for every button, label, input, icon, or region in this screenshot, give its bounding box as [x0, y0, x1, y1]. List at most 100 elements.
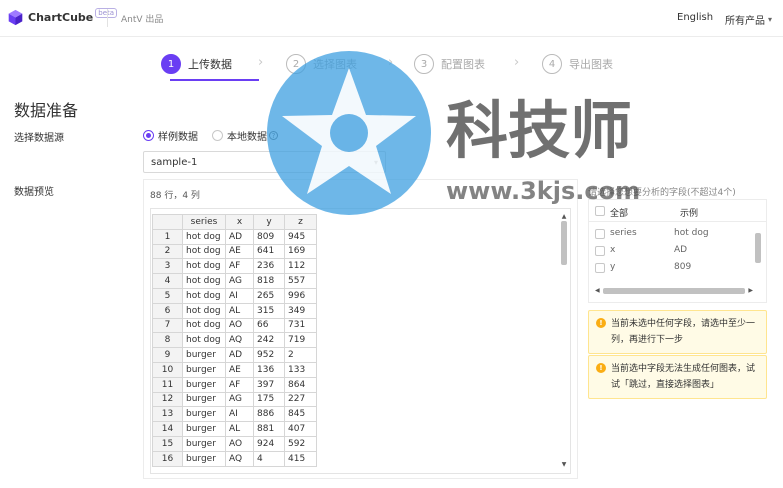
table-cell: 349 [284, 302, 317, 319]
table-vertical-scrollbar[interactable]: ▲ ▼ [560, 213, 568, 469]
table-cell: 881 [253, 421, 285, 437]
field-checkbox[interactable] [595, 229, 605, 239]
header-divider [107, 9, 108, 27]
table-row: 6 hot dog AL 315 349 [152, 302, 317, 319]
table-cell: 66 [253, 317, 285, 334]
row-count: 88 行，4 列 [150, 191, 200, 201]
step-number: 1 [161, 54, 181, 74]
step-number: 4 [542, 54, 562, 74]
table-cell: 952 [253, 347, 285, 363]
table-cell: AO [225, 435, 254, 452]
scroll-up-icon[interactable]: ▲ [560, 213, 568, 221]
all-products-menu[interactable]: 所有产品 ▾ [725, 12, 772, 27]
row-index: 12 [152, 391, 183, 408]
table-cell: AI [225, 287, 254, 304]
table-row: 5 hot dog AI 265 996 [152, 287, 317, 304]
table-cell: AL [225, 302, 254, 319]
table-cell: AL [225, 421, 254, 437]
column-header[interactable]: series [182, 214, 226, 230]
column-header[interactable]: z [284, 214, 317, 230]
field-vertical-scrollbar[interactable] [754, 225, 762, 287]
row-index: 14 [152, 421, 183, 437]
field-example: 809 [674, 262, 692, 272]
table-cell: 996 [284, 287, 317, 304]
top-header: ChartCube beta AntV 出品 English 所有产品 ▾ [0, 0, 783, 37]
chartcube-logo[interactable]: ChartCube beta [7, 7, 118, 26]
table-row: 8 hot dog AQ 242 719 [152, 332, 317, 349]
field-checkbox[interactable] [595, 246, 605, 256]
chevron-down-icon: ▾ [373, 157, 378, 167]
step-upload-data[interactable]: 1 上传数据 [161, 49, 232, 79]
field-item[interactable]: series hot dog [589, 226, 749, 242]
row-index: 8 [152, 332, 183, 349]
question-icon[interactable]: ? [269, 131, 278, 140]
table-cell: 731 [284, 317, 317, 334]
table-row: 11 burger AF 397 864 [152, 376, 317, 393]
warning-icon: ! [596, 363, 606, 373]
chevron-right-icon: › [388, 55, 394, 70]
table-cell: 112 [284, 258, 317, 275]
chevron-down-icon: ▾ [768, 15, 773, 24]
field-horizontal-scrollbar[interactable]: ◀ ▶ [595, 286, 753, 295]
active-step-indicator [170, 79, 259, 81]
warning-no-field-selected: ! 当前未选中任何字段，请选中至少一列，再进行下一步 [588, 310, 767, 354]
table-cell: AQ [225, 332, 254, 349]
table-row: 14 burger AL 881 407 [152, 421, 317, 437]
scroll-down-icon[interactable]: ▼ [560, 461, 568, 469]
table-cell: 175 [253, 391, 285, 408]
select-all-checkbox[interactable] [595, 206, 605, 216]
scroll-thumb[interactable] [755, 233, 761, 263]
scroll-left-icon[interactable]: ◀ [595, 287, 600, 294]
data-source-label: 选择数据源 [14, 133, 64, 144]
column-header[interactable]: y [253, 214, 285, 230]
radio-local-data[interactable]: 本地数据 ? [212, 128, 278, 143]
field-item[interactable]: y 809 [589, 260, 749, 276]
table-cell: 845 [284, 406, 317, 423]
table-row: 10 burger AE 136 133 [152, 361, 317, 378]
step-select-chart[interactable]: 2 选择图表 [286, 49, 357, 79]
data-table: series x y z 1 hot dog AD 809 945 2 hot dog AE 6… [152, 214, 317, 467]
warning-text: 当前选中字段无法生成任何图表，试试「跳过，直接选择图表」 [611, 364, 756, 390]
radio-label: 样例数据 [158, 132, 198, 143]
step-navigation: 1 上传数据 › 2 选择图表 › 3 配置图表 › 4 导出图表 [158, 49, 618, 81]
column-header[interactable]: x [225, 214, 254, 230]
step-label: 配置图表 [441, 58, 485, 71]
table-cell: 136 [253, 361, 285, 378]
example-header: 示例 [680, 209, 699, 219]
table-cell: 407 [284, 421, 317, 437]
language-switch[interactable]: English [677, 12, 713, 23]
table-cell: AG [225, 391, 254, 408]
table-cell: 719 [284, 332, 317, 349]
table-cell: 818 [253, 273, 285, 289]
data-table-frame: series x y z 1 hot dog AD 809 945 2 hot dog AE 6… [150, 208, 571, 474]
radio-sample-data[interactable]: 样例数据 [143, 128, 198, 143]
antv-credit: AntV 出品 [121, 15, 164, 25]
table-row: 9 burger AD 952 2 [152, 347, 317, 363]
data-preview-panel: 88 行，4 列 series x y z 1 hot dog AD 809 945 2 h… [143, 179, 578, 479]
chevron-right-icon: › [258, 55, 264, 70]
field-checkbox[interactable] [595, 263, 605, 273]
step-label: 选择图表 [313, 58, 357, 71]
sample-dataset-select[interactable]: sample-1 ▾ [143, 151, 386, 173]
chevron-right-icon: › [514, 55, 520, 70]
scroll-right-icon[interactable]: ▶ [748, 287, 753, 294]
table-cell: AE [225, 361, 254, 378]
table-row: 1 hot dog AD 809 945 [152, 228, 317, 245]
table-cell: burger [182, 421, 226, 437]
scroll-thumb[interactable] [602, 287, 746, 294]
field-example: AD [674, 245, 688, 255]
row-index: 1 [152, 228, 183, 245]
step-configure-chart[interactable]: 3 配置图表 [414, 49, 485, 79]
scroll-thumb[interactable] [561, 221, 567, 265]
table-row: 13 burger AI 886 845 [152, 406, 317, 423]
table-cell: 4 [253, 450, 285, 467]
table-row: 16 burger AQ 4 415 [152, 450, 317, 467]
table-cell: burger [182, 450, 226, 467]
step-export-chart[interactable]: 4 导出图表 [542, 49, 613, 79]
table-cell: 265 [253, 287, 285, 304]
radio-dot [212, 130, 223, 141]
row-index: 2 [152, 243, 183, 260]
table-cell: 397 [253, 376, 285, 393]
select-all-label: 全部 [610, 209, 629, 219]
field-item[interactable]: x AD [589, 243, 749, 259]
